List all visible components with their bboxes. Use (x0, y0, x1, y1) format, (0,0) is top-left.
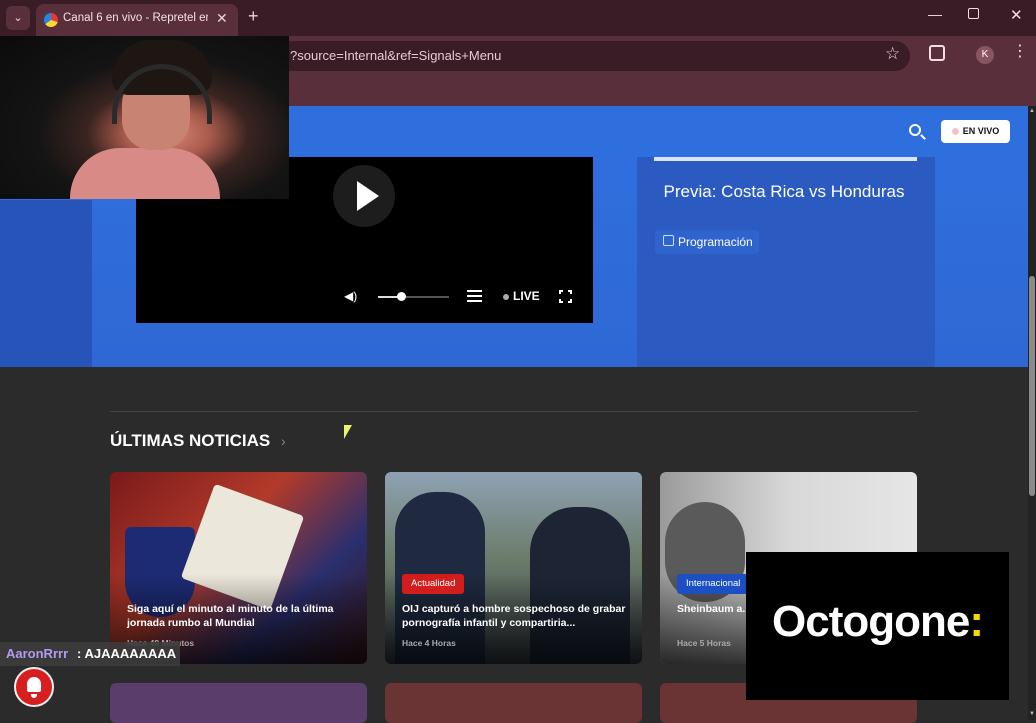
news-heading[interactable]: ÚLTIMAS NOTICIAS (110, 431, 270, 451)
tab-dropdown-icon[interactable]: ⌄ (6, 6, 30, 30)
fullscreen-icon[interactable] (558, 289, 573, 304)
scroll-up-icon[interactable]: ▲ (1029, 108, 1035, 114)
chevron-right-icon[interactable]: › (281, 433, 286, 449)
minimize-icon[interactable]: — (928, 6, 942, 22)
new-tab-icon[interactable]: + (248, 6, 259, 27)
brand-overlay: Octogone: (746, 552, 1009, 700)
program-title: Previa: Costa Rica vs Honduras (663, 182, 905, 201)
tab-title: Canal 6 en vivo - Repretel en vivo (63, 12, 208, 24)
news-card[interactable] (385, 683, 642, 723)
en-vivo-label: EN VIVO (962, 126, 1000, 136)
close-window-icon[interactable]: ✕ (1010, 6, 1023, 24)
browser-titlebar: ⌄ Canal 6 en vivo - Repretel en vivo ✕ +… (0, 0, 1036, 36)
scroll-down-icon[interactable]: ▼ (1029, 711, 1035, 717)
profile-avatar[interactable]: K (976, 46, 994, 64)
restore-icon[interactable] (968, 8, 979, 19)
bookmark-star-icon[interactable]: ☆ (885, 44, 900, 64)
chat-username: AaronRrrr (6, 646, 69, 661)
news-divider (110, 411, 917, 412)
address-bar[interactable]: ?source=Internal&ref=Signals+Menu (270, 41, 910, 71)
programacion-label: Programación (678, 235, 753, 249)
mouse-cursor-icon (344, 425, 352, 439)
brand-name: Octogone (772, 597, 970, 646)
bell-clapper-icon (31, 694, 37, 698)
kebab-menu-icon[interactable]: ⋮ (1012, 44, 1028, 60)
news-card[interactable] (110, 683, 367, 723)
bell-icon (27, 677, 41, 692)
card-title[interactable]: Siga aquí el minuto al minuto de la últi… (127, 602, 352, 630)
play-icon (357, 181, 379, 211)
webcam-shirt (70, 148, 220, 199)
brand-logo: Octogone: (746, 597, 1009, 647)
search-icon[interactable] (909, 124, 921, 136)
news-card[interactable]: Actualidad OIJ capturó a hombre sospecho… (385, 472, 642, 664)
card-time: Hace 5 Horas (677, 638, 731, 648)
card-title[interactable]: OIJ capturó a hombre sospechoso de graba… (402, 602, 627, 630)
extensions-icon[interactable] (929, 45, 945, 61)
brand-colon: : (969, 597, 984, 646)
url-text: ?source=Internal&ref=Signals+Menu (290, 48, 502, 63)
chat-message: : AJAAAAAAAA (77, 646, 177, 661)
live-label[interactable]: LIVE (513, 289, 540, 303)
favicon-icon (44, 13, 58, 27)
play-button[interactable] (333, 165, 395, 227)
close-tab-icon[interactable]: ✕ (216, 10, 228, 27)
volume-slider[interactable] (378, 292, 449, 301)
live-indicator-icon (503, 294, 509, 300)
category-badge[interactable]: Internacional (677, 574, 750, 594)
chat-overlay: AaronRrrr : AJAAAAAAAA (0, 642, 180, 666)
calendar-icon (663, 235, 674, 246)
volume-icon[interactable]: ◀) (344, 289, 357, 303)
scrollbar[interactable] (1028, 106, 1036, 720)
scrollbar-thumb[interactable] (1029, 276, 1035, 496)
news-card[interactable]: Siga aquí el minuto al minuto de la últi… (110, 472, 367, 664)
live-dot-icon (951, 128, 959, 135)
notification-bell-button[interactable] (14, 667, 54, 707)
programacion-button[interactable]: Programación (655, 230, 759, 254)
webcam-overlay (0, 36, 289, 199)
volume-knob[interactable] (396, 292, 406, 301)
browser-tab[interactable]: Canal 6 en vivo - Repretel en vivo ✕ (36, 4, 238, 36)
card-time: Hace 4 Horas (402, 638, 456, 648)
en-vivo-button[interactable]: EN VIVO (941, 120, 1010, 143)
program-panel-divider (654, 157, 917, 161)
hero-accent (0, 200, 92, 367)
category-badge[interactable]: Actualidad (402, 574, 465, 594)
settings-sliders-icon[interactable] (467, 289, 482, 302)
